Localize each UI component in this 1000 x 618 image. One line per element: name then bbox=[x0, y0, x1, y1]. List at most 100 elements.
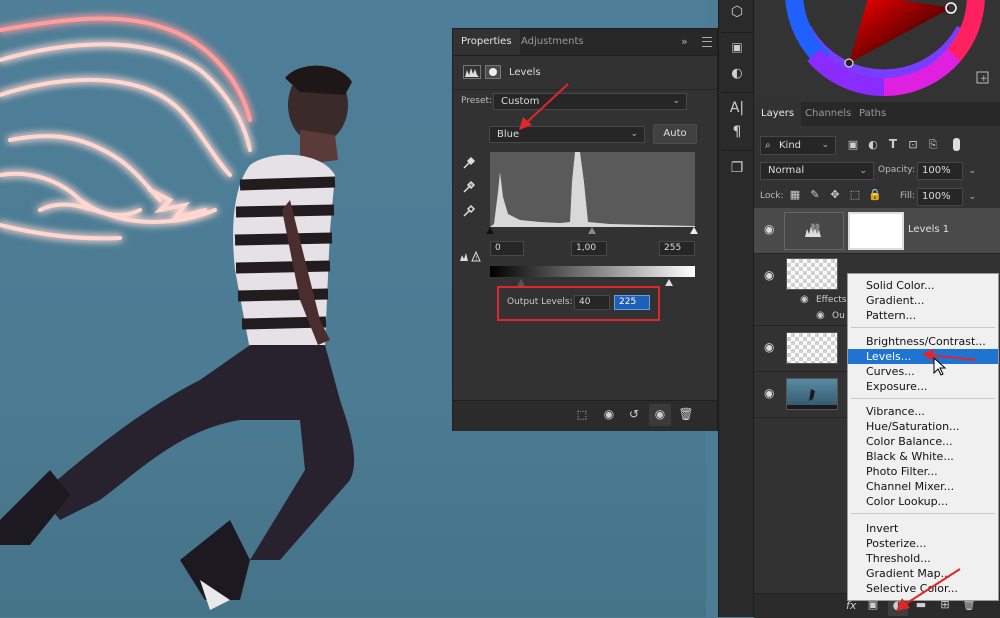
fill-value: 100% bbox=[922, 191, 951, 202]
menu-item-threshold[interactable]: Threshold... bbox=[848, 551, 998, 566]
blend-mode-value: Normal bbox=[768, 165, 805, 176]
filter-kind-value: Kind bbox=[779, 140, 802, 151]
adjustment-filter-icon[interactable]: ◐ bbox=[866, 138, 880, 151]
type-filter-icon[interactable]: T bbox=[886, 137, 900, 151]
opacity-input[interactable]: 100% ⌄ bbox=[917, 162, 976, 180]
menu-item-invert[interactable]: Invert bbox=[848, 521, 998, 536]
menu-item-pattern[interactable]: Pattern... bbox=[848, 308, 998, 323]
eye-icon[interactable]: ◉ bbox=[764, 222, 774, 236]
adjustment-layer-menu: Solid Color... Gradient... Pattern... Br… bbox=[847, 273, 999, 601]
input-gamma-value[interactable]: 1,00 bbox=[571, 241, 607, 256]
link-icon[interactable]: ⛓ bbox=[809, 224, 822, 235]
auto-button[interactable]: Auto bbox=[653, 124, 697, 144]
menu-item-color-balance[interactable]: Color Balance... bbox=[848, 434, 998, 449]
view-previous-state-icon[interactable]: ◉ bbox=[599, 407, 619, 421]
color-wheel[interactable]: + bbox=[754, 0, 1000, 100]
layer-mask-thumbnail[interactable] bbox=[848, 212, 904, 250]
layer-name: Levels 1 bbox=[908, 224, 950, 235]
properties-panel: Properties Adjustments » Levels Preset: … bbox=[452, 28, 718, 431]
effects-label: Effects bbox=[816, 295, 847, 305]
lock-image-icon[interactable]: ✎ bbox=[808, 188, 822, 201]
lock-all-icon[interactable]: 🔒 bbox=[868, 188, 882, 201]
chevron-down-icon: ⌄ bbox=[859, 166, 867, 176]
tab-properties[interactable]: Properties bbox=[453, 29, 520, 55]
tab-layers[interactable]: Layers bbox=[754, 102, 802, 126]
lock-transparent-icon[interactable]: ▦ bbox=[788, 188, 802, 201]
input-black-slider[interactable] bbox=[486, 227, 494, 234]
3d-cube-icon[interactable]: ⬡ bbox=[727, 4, 747, 20]
reset-icon[interactable]: ↺ bbox=[625, 407, 643, 421]
lock-position-icon[interactable]: ✥ bbox=[828, 188, 842, 201]
eye-icon[interactable]: ◉ bbox=[816, 310, 825, 321]
input-white-slider[interactable] bbox=[690, 227, 698, 234]
smart-object-filter-icon[interactable]: ⎘ bbox=[926, 138, 940, 152]
eye-icon[interactable]: ◉ bbox=[764, 386, 774, 400]
layer-thumbnail bbox=[786, 258, 838, 290]
chevron-down-icon: ⌄ bbox=[630, 129, 638, 139]
shape-filter-icon[interactable]: ⊡ bbox=[906, 138, 920, 151]
output-white-value[interactable]: 225 bbox=[614, 295, 650, 310]
menu-item-exposure[interactable]: Exposure... bbox=[848, 379, 998, 394]
tab-paths[interactable]: Paths bbox=[852, 102, 893, 126]
adjustment-title: Levels bbox=[509, 67, 541, 78]
pixel-filter-icon[interactable]: ▣ bbox=[846, 138, 860, 151]
output-white-slider[interactable] bbox=[665, 279, 673, 286]
input-sliders[interactable] bbox=[486, 227, 698, 237]
output-black-slider[interactable] bbox=[517, 279, 525, 286]
fill-input[interactable]: 100% ⌄ bbox=[917, 188, 976, 206]
eye-icon: ◉ bbox=[654, 407, 666, 421]
lock-artboard-icon[interactable]: ⬚ bbox=[848, 188, 862, 201]
clip-to-layer-icon[interactable]: ⬚ bbox=[573, 408, 591, 421]
menu-separator bbox=[851, 398, 995, 399]
eye-icon[interactable]: ◉ bbox=[764, 268, 774, 282]
eyedropper-black-icon[interactable] bbox=[461, 156, 477, 174]
filter-kind-select[interactable]: ⌕ Kind ⌄ bbox=[760, 136, 836, 155]
adjustments-icon[interactable]: ◐ bbox=[727, 66, 747, 81]
blend-mode-select[interactable]: Normal ⌄ bbox=[760, 162, 874, 180]
trash-icon[interactable]: 🗑 bbox=[677, 407, 695, 421]
eyedropper-white-icon[interactable] bbox=[461, 204, 477, 222]
menu-item-color-lookup[interactable]: Color Lookup... bbox=[848, 494, 998, 509]
search-icon: ⌕ bbox=[765, 140, 771, 151]
fill-label: Fill: bbox=[900, 191, 916, 201]
paragraph-icon[interactable]: ¶ bbox=[727, 124, 747, 140]
divider bbox=[721, 32, 753, 33]
eye-icon[interactable]: ◉ bbox=[800, 294, 809, 305]
output-black-value[interactable]: 40 bbox=[574, 295, 610, 310]
layer-mask-icon[interactable] bbox=[485, 65, 501, 79]
properties-bottom-toolbar: ⬚ ◉ ↺ ◉ 🗑 bbox=[453, 400, 717, 431]
tab-channels[interactable]: Channels bbox=[798, 102, 858, 126]
layer-row-levels[interactable]: ◉ ⛓ Levels 1 bbox=[754, 208, 1000, 254]
visibility-toggle[interactable]: ◉ bbox=[649, 404, 671, 426]
collapse-panel-icon[interactable]: » bbox=[681, 35, 688, 48]
lock-label: Lock: bbox=[760, 191, 784, 201]
filter-toggle-icon[interactable] bbox=[953, 138, 960, 151]
histogram bbox=[490, 152, 695, 227]
properties-icon[interactable]: ▣ bbox=[727, 40, 747, 54]
preset-label: Preset: bbox=[461, 96, 493, 106]
input-gray-slider[interactable] bbox=[588, 227, 596, 234]
svg-text:!: ! bbox=[475, 255, 477, 262]
menu-item-black-white[interactable]: Black & White... bbox=[848, 449, 998, 464]
clipping-warning-icon[interactable]: ! bbox=[459, 250, 481, 265]
menu-item-vibrance[interactable]: Vibrance... bbox=[848, 404, 998, 419]
input-black-value[interactable]: 0 bbox=[490, 241, 524, 256]
eyedropper-gray-icon[interactable] bbox=[461, 180, 477, 198]
menu-item-hue-saturation[interactable]: Hue/Saturation... bbox=[848, 419, 998, 434]
menu-item-gradient[interactable]: Gradient... bbox=[848, 293, 998, 308]
opacity-label: Opacity: bbox=[878, 165, 915, 175]
menu-item-solid-color[interactable]: Solid Color... bbox=[848, 278, 998, 293]
divider bbox=[453, 89, 717, 90]
output-gradient-bar bbox=[490, 266, 695, 277]
panel-menu-icon[interactable] bbox=[702, 37, 712, 47]
input-white-value[interactable]: 255 bbox=[659, 241, 695, 256]
menu-item-photo-filter[interactable]: Photo Filter... bbox=[848, 464, 998, 479]
menu-item-channel-mixer[interactable]: Channel Mixer... bbox=[848, 479, 998, 494]
properties-tabbar: Properties Adjustments » bbox=[453, 29, 717, 56]
character-icon[interactable]: A| bbox=[727, 100, 747, 116]
tab-adjustments[interactable]: Adjustments bbox=[513, 29, 592, 55]
eye-icon[interactable]: ◉ bbox=[764, 340, 774, 354]
panel-icon-strip: ⬡ ▣ ◐ A| ¶ ❐ bbox=[718, 0, 754, 617]
layers-icon[interactable]: ❐ bbox=[727, 160, 747, 176]
menu-item-posterize[interactable]: Posterize... bbox=[848, 536, 998, 551]
